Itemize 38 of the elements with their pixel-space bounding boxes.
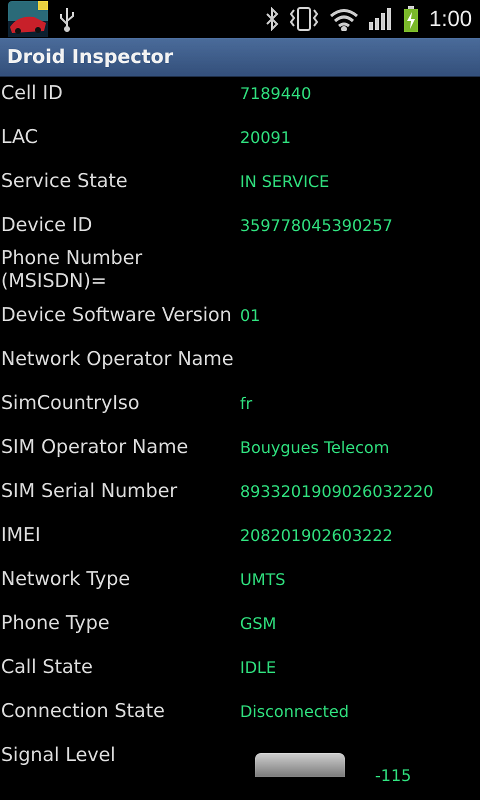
field-label: Network Type: [0, 568, 132, 590]
field-value: 20091: [240, 128, 292, 146]
field-value: 359778045390257: [240, 216, 394, 234]
field-value: 8933201909026032220: [240, 482, 434, 500]
usb-icon: [58, 6, 76, 32]
field-label: SIM Serial Number: [0, 480, 178, 502]
bluetooth-icon: [265, 7, 280, 31]
field-label: Phone Type: [0, 612, 111, 634]
field-value: IN SERVICE: [240, 172, 330, 190]
app-title: Droid Inspector: [7, 46, 174, 68]
field-label: LAC: [0, 126, 39, 148]
clock-time: 1:00: [429, 6, 472, 32]
field-label: Device Software Version: [0, 304, 233, 326]
field-label: Signal Level: [0, 744, 117, 766]
vibrate-icon: [289, 6, 320, 32]
field-value: Bouygues Telecom: [240, 438, 390, 456]
field-label: Phone Number (MSISDN)=: [0, 247, 144, 293]
field-label: IMEI: [0, 524, 42, 546]
field-value: IDLE: [240, 658, 278, 676]
field-value: GSM: [240, 614, 278, 632]
field-label: Cell ID: [0, 82, 64, 104]
field-value: -115: [375, 766, 412, 785]
field-label: SimCountryIso: [0, 392, 140, 414]
signal-icon: [369, 8, 394, 30]
battery-charging-icon: [403, 6, 420, 32]
field-label: Device ID: [0, 214, 94, 236]
field-label: Connection State: [0, 700, 166, 722]
field-label: Network Operator Name: [0, 348, 235, 370]
field-label: Call State: [0, 656, 94, 678]
field-value: 01: [240, 306, 262, 324]
field-value: Disconnected: [240, 702, 350, 720]
field-label: SIM Operator Name: [0, 436, 190, 458]
field-value: 7189440: [240, 84, 312, 102]
wifi-icon: [329, 7, 360, 31]
field-label: Service State: [0, 170, 129, 192]
field-value: UMTS: [240, 570, 286, 588]
field-value: 208201902603222: [240, 526, 394, 544]
field-value: fr: [240, 394, 254, 412]
